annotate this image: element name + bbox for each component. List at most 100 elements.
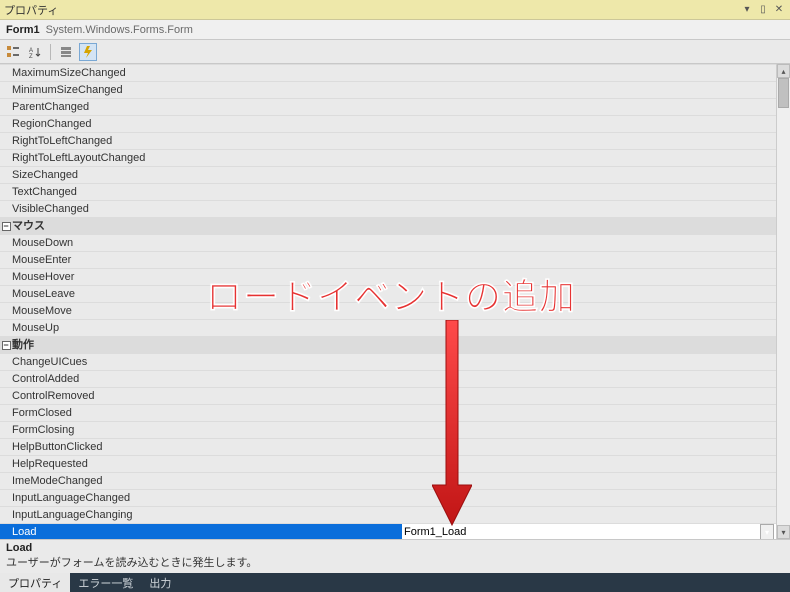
event-label: ParentChanged bbox=[12, 99, 402, 115]
event-row-selected[interactable]: Load ▾ bbox=[0, 523, 776, 539]
event-row[interactable]: HelpRequested bbox=[0, 455, 776, 472]
category-label: マウス bbox=[12, 218, 45, 234]
event-label: RegionChanged bbox=[12, 116, 402, 132]
event-row[interactable]: MouseEnter bbox=[0, 251, 776, 268]
collapse-toggle-icon[interactable] bbox=[0, 337, 12, 353]
categorized-icon[interactable] bbox=[4, 43, 22, 61]
event-row[interactable]: MaximumSizeChanged bbox=[0, 64, 776, 81]
description-pane: Load ユーザーがフォームを読み込むときに発生します。 bbox=[0, 539, 790, 573]
event-label: HelpRequested bbox=[12, 456, 402, 472]
panel-titlebar: プロパティ ▾ ▯ ✕ bbox=[0, 0, 790, 20]
event-value[interactable] bbox=[402, 235, 776, 251]
event-value[interactable] bbox=[402, 150, 776, 166]
event-handler-input[interactable] bbox=[402, 524, 552, 539]
event-value[interactable] bbox=[402, 371, 776, 387]
event-value[interactable] bbox=[402, 405, 776, 421]
event-value[interactable] bbox=[402, 252, 776, 268]
event-row[interactable]: InputLanguageChanged bbox=[0, 489, 776, 506]
dropdown-button-icon[interactable]: ▾ bbox=[760, 524, 774, 539]
category-row[interactable]: 動作 bbox=[0, 336, 776, 353]
event-label: SizeChanged bbox=[12, 167, 402, 183]
event-row[interactable]: MouseUp bbox=[0, 319, 776, 336]
event-row[interactable]: RightToLeftChanged bbox=[0, 132, 776, 149]
event-row[interactable]: VisibleChanged bbox=[0, 200, 776, 217]
event-row[interactable]: FormClosed bbox=[0, 404, 776, 421]
vertical-scrollbar[interactable]: ▴ ▾ bbox=[776, 64, 790, 539]
event-value[interactable] bbox=[402, 269, 776, 285]
bottom-tab[interactable]: プロパティ bbox=[0, 573, 70, 592]
event-value[interactable] bbox=[402, 286, 776, 302]
event-label: TextChanged bbox=[12, 184, 402, 200]
event-row[interactable]: RightToLeftLayoutChanged bbox=[0, 149, 776, 166]
event-row[interactable]: ChangeUICues bbox=[0, 353, 776, 370]
event-row[interactable]: MouseMove bbox=[0, 302, 776, 319]
event-row[interactable]: HelpButtonClicked bbox=[0, 438, 776, 455]
event-label: InputLanguageChanged bbox=[12, 490, 402, 506]
event-value[interactable] bbox=[402, 473, 776, 489]
event-label: ChangeUICues bbox=[12, 354, 402, 370]
scroll-down-icon[interactable]: ▾ bbox=[777, 525, 790, 539]
alphabetical-icon[interactable]: AZ bbox=[26, 43, 44, 61]
event-value[interactable] bbox=[402, 490, 776, 506]
pin-icon[interactable]: ▯ bbox=[756, 4, 770, 15]
svg-text:Z: Z bbox=[29, 54, 33, 59]
event-label: MouseLeave bbox=[12, 286, 402, 302]
description-text: ユーザーがフォームを読み込むときに発生します。 bbox=[6, 554, 784, 570]
toolbar-separator bbox=[50, 44, 51, 60]
event-row[interactable]: InputLanguageChanging bbox=[0, 506, 776, 523]
bottom-tabstrip: プロパティエラー一覧出力 bbox=[0, 573, 790, 592]
event-row[interactable]: MouseLeave bbox=[0, 285, 776, 302]
event-row[interactable]: TextChanged bbox=[0, 183, 776, 200]
properties-icon[interactable] bbox=[57, 43, 75, 61]
event-label: MinimumSizeChanged bbox=[12, 82, 402, 98]
bottom-tab[interactable]: エラー一覧 bbox=[70, 573, 141, 592]
object-selector[interactable]: Form1 System.Windows.Forms.Form bbox=[0, 20, 790, 40]
event-row[interactable]: ParentChanged bbox=[0, 98, 776, 115]
event-value[interactable] bbox=[402, 116, 776, 132]
event-row[interactable]: MouseHover bbox=[0, 268, 776, 285]
event-value[interactable] bbox=[402, 133, 776, 149]
events-icon[interactable] bbox=[79, 43, 97, 61]
collapse-toggle-icon[interactable] bbox=[0, 218, 12, 234]
event-row[interactable]: SizeChanged bbox=[0, 166, 776, 183]
event-label: Load bbox=[12, 524, 402, 539]
event-value[interactable] bbox=[402, 99, 776, 115]
event-value[interactable] bbox=[402, 303, 776, 319]
event-value[interactable] bbox=[402, 184, 776, 200]
event-row[interactable]: MouseDown bbox=[0, 234, 776, 251]
event-label: FormClosing bbox=[12, 422, 402, 438]
event-label: MouseUp bbox=[12, 320, 402, 336]
selected-object-name: Form1 bbox=[6, 24, 40, 36]
event-value[interactable] bbox=[402, 65, 776, 81]
event-value[interactable] bbox=[402, 456, 776, 472]
event-row[interactable]: RegionChanged bbox=[0, 115, 776, 132]
scroll-up-icon[interactable]: ▴ bbox=[777, 64, 790, 78]
event-label: FormClosed bbox=[12, 405, 402, 421]
event-value[interactable] bbox=[402, 82, 776, 98]
event-value[interactable] bbox=[402, 422, 776, 438]
event-row[interactable]: ImeModeChanged bbox=[0, 472, 776, 489]
event-label: HelpButtonClicked bbox=[12, 439, 402, 455]
event-label: MouseMove bbox=[12, 303, 402, 319]
event-value[interactable] bbox=[402, 167, 776, 183]
event-value-cell: ▾ bbox=[402, 524, 776, 539]
category-row[interactable]: マウス bbox=[0, 217, 776, 234]
close-icon[interactable]: ✕ bbox=[772, 4, 786, 15]
event-row[interactable]: ControlRemoved bbox=[0, 387, 776, 404]
event-value[interactable] bbox=[402, 354, 776, 370]
event-label: MouseEnter bbox=[12, 252, 402, 268]
event-row[interactable]: ControlAdded bbox=[0, 370, 776, 387]
event-value[interactable] bbox=[402, 388, 776, 404]
event-value[interactable] bbox=[402, 507, 776, 523]
event-value[interactable] bbox=[402, 320, 776, 336]
event-row[interactable]: MinimumSizeChanged bbox=[0, 81, 776, 98]
property-grid-wrap: MaximumSizeChangedMinimumSizeChangedPare… bbox=[0, 64, 790, 539]
event-row[interactable]: FormClosing bbox=[0, 421, 776, 438]
dropdown-icon[interactable]: ▾ bbox=[740, 4, 754, 15]
bottom-tab[interactable]: 出力 bbox=[141, 573, 179, 592]
event-value[interactable] bbox=[402, 201, 776, 217]
scroll-thumb[interactable] bbox=[778, 78, 789, 108]
event-value[interactable] bbox=[402, 439, 776, 455]
category-label: 動作 bbox=[12, 337, 34, 353]
event-label: MaximumSizeChanged bbox=[12, 65, 402, 81]
